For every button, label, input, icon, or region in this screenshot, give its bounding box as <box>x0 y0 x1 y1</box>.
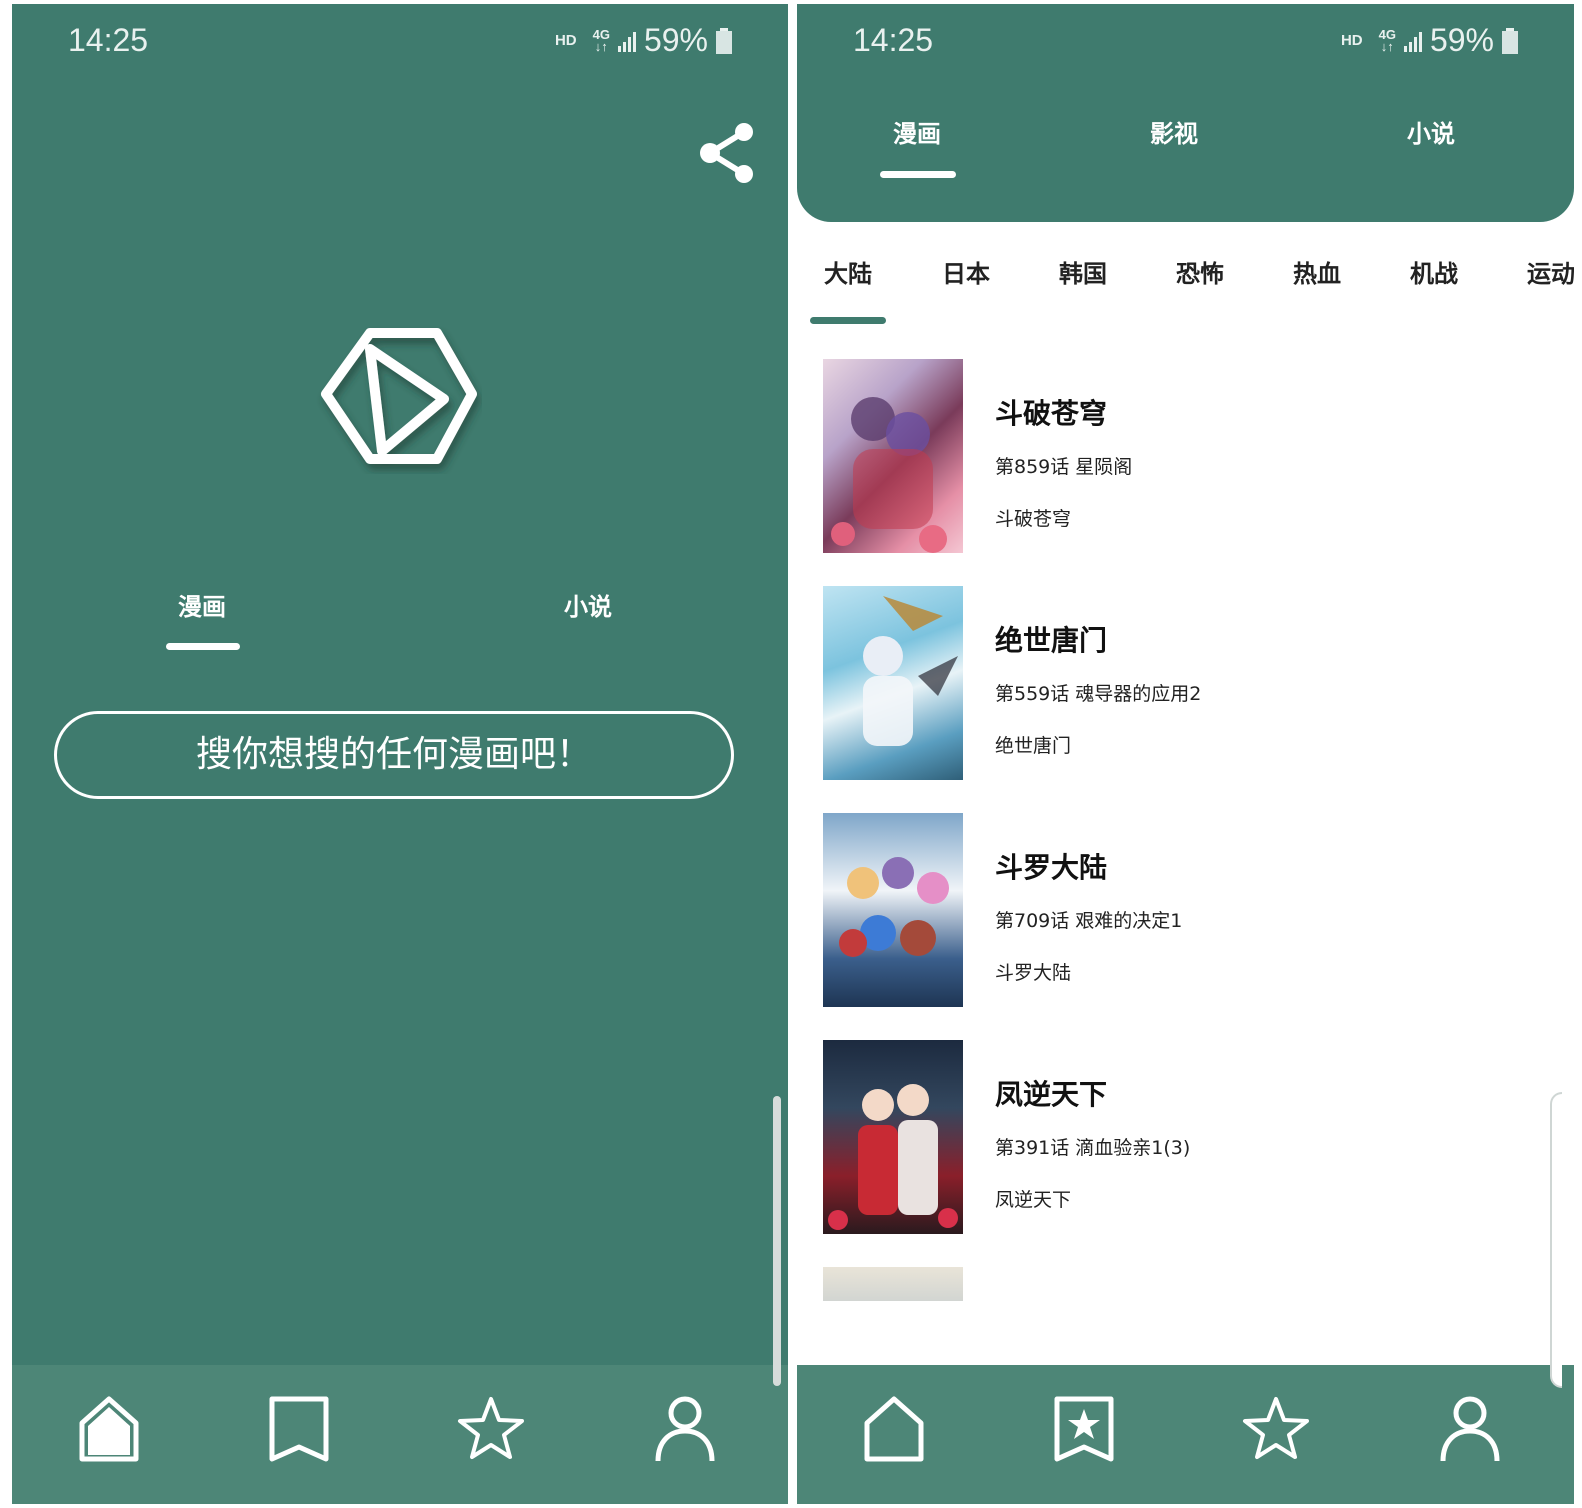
tab-manga[interactable]: 漫画 <box>893 114 941 149</box>
network-indicator: 4G ↓↑ <box>1378 26 1396 54</box>
comic-author: 绝世唐门 <box>995 735 1072 757</box>
comic-title: 斗破苍穹 <box>995 397 1108 430</box>
status-bar: 14:25 HD 4G ↓↑ 59% <box>12 4 788 76</box>
comic-item[interactable]: 斗破苍穹 第859话 星陨阁 斗破苍穹 <box>823 359 1558 555</box>
category-tab[interactable]: 机战 <box>1410 254 1458 289</box>
category-tab[interactable]: 韩国 <box>1059 254 1107 289</box>
comic-cover <box>823 359 963 553</box>
star-icon <box>458 1397 524 1459</box>
nav-bookshelf-button[interactable] <box>264 1393 334 1465</box>
user-icon <box>655 1396 715 1462</box>
comic-chapter: 第559话 魂导器的应用2 <box>995 683 1202 705</box>
comic-item[interactable]: 绝世唐门 第559话 魂导器的应用2 绝世唐门 <box>823 586 1558 782</box>
signal-icon <box>617 30 636 52</box>
comic-list: 斗破苍穹 第859话 星陨阁 斗破苍穹 绝世唐门 第559话 魂导器的应用2 绝… <box>797 354 1574 1301</box>
tab-indicator <box>166 643 240 650</box>
comic-cover <box>823 586 963 780</box>
battery-percent: 59% <box>1429 22 1494 58</box>
bookmark-icon <box>269 1396 329 1462</box>
category-tab[interactable]: 恐怖 <box>1176 254 1224 289</box>
category-tab[interactable]: 日本 <box>942 254 990 289</box>
network-indicator: 4G ↓↑ <box>592 26 610 54</box>
comic-chapter: 第391话 滴血验亲1(3) <box>995 1137 1191 1159</box>
header: 14:25 HD 4G ↓↑ 59% 漫画 影视 小说 <box>797 4 1574 222</box>
nav-home-button[interactable] <box>859 1393 929 1465</box>
battery-icon <box>1502 27 1518 54</box>
comic-title: 斗罗大陆 <box>995 851 1108 884</box>
bottom-nav <box>12 1365 788 1504</box>
app-logo <box>312 319 482 474</box>
category-tab[interactable]: 运动 <box>1527 254 1574 289</box>
comic-cover <box>823 813 963 1007</box>
status-time: 14:25 <box>853 22 934 58</box>
comic-list-screen: 14:25 HD 4G ↓↑ 59% 漫画 影视 小说 大陆 日本 韩国 恐怖 热… <box>797 4 1574 1504</box>
tab-manga[interactable]: 漫画 <box>178 587 226 622</box>
tab-novel[interactable]: 小说 <box>1407 114 1455 149</box>
comic-item[interactable]: 斗罗大陆 第709话 艰难的决定1 斗罗大陆 <box>823 813 1558 1009</box>
comic-author: 斗罗大陆 <box>995 962 1072 984</box>
nav-favorites-button[interactable] <box>1241 1393 1311 1465</box>
status-time: 14:25 <box>68 22 149 58</box>
star-icon <box>1243 1397 1309 1459</box>
signal-icon <box>1403 30 1422 52</box>
hd-indicator: HD <box>554 32 577 49</box>
comic-author: 凤逆天下 <box>995 1189 1072 1211</box>
home-icon <box>864 1396 924 1462</box>
comic-item-partial[interactable] <box>823 1267 1558 1301</box>
comic-title: 绝世唐门 <box>995 624 1108 657</box>
tab-indicator <box>880 171 956 178</box>
hd-indicator: HD <box>1340 32 1363 49</box>
user-icon <box>1440 1396 1500 1462</box>
category-tabs: 大陆 日本 韩国 恐怖 热血 机战 运动 <box>797 254 1574 298</box>
scroll-handle[interactable] <box>773 1096 781 1386</box>
battery-percent: 59% <box>643 22 708 58</box>
comic-cover <box>823 1040 963 1234</box>
comic-author: 斗破苍穹 <box>995 508 1072 530</box>
category-tab[interactable]: 大陆 <box>824 254 872 289</box>
bottom-nav <box>797 1365 1574 1504</box>
comic-item[interactable]: 凤逆天下 第391话 滴血验亲1(3) 凤逆天下 <box>823 1040 1558 1236</box>
status-bar: 14:25 HD 4G ↓↑ 59% <box>797 4 1574 76</box>
category-tab[interactable]: 热血 <box>1293 254 1341 289</box>
home-icon <box>79 1396 139 1462</box>
nav-home-button[interactable] <box>74 1393 144 1465</box>
tab-video[interactable]: 影视 <box>1150 114 1198 149</box>
scroll-handle[interactable] <box>1550 1092 1562 1388</box>
share-icon[interactable] <box>698 122 758 184</box>
comic-title: 凤逆天下 <box>995 1078 1108 1111</box>
bookmark-star-icon <box>1054 1396 1114 1462</box>
search-input[interactable]: 搜你想搜的任何漫画吧！ <box>54 711 734 799</box>
comic-chapter: 第859话 星陨阁 <box>995 456 1133 478</box>
comic-chapter: 第709话 艰难的决定1 <box>995 910 1183 932</box>
nav-bookshelf-button[interactable] <box>1049 1393 1119 1465</box>
tab-novel[interactable]: 小说 <box>564 587 612 622</box>
comic-cover <box>823 1267 963 1301</box>
search-screen: 14:25 HD 4G ↓↑ 59% 漫画 小说 搜你想搜的任何漫画吧！ <box>12 4 788 1504</box>
nav-profile-button[interactable] <box>650 1393 720 1465</box>
category-indicator <box>810 317 886 324</box>
battery-icon <box>716 27 732 54</box>
nav-profile-button[interactable] <box>1435 1393 1505 1465</box>
nav-favorites-button[interactable] <box>456 1393 526 1465</box>
